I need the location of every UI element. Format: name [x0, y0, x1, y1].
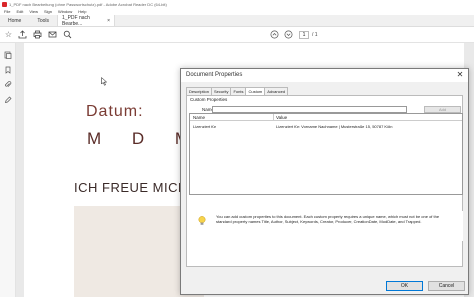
prev-page-icon[interactable]: [270, 30, 279, 39]
tab-advanced[interactable]: Advanced: [264, 87, 289, 95]
row-value-cell: Lizenziert für: Vorname Nachname | Muste…: [276, 124, 393, 129]
attachment-icon[interactable]: [4, 81, 12, 89]
tab-document[interactable]: 1_PDF nach Bearbe... ×: [57, 14, 116, 27]
print-icon[interactable]: [33, 30, 42, 39]
menu-help[interactable]: Help: [78, 9, 86, 14]
lightbulb-icon: [198, 216, 206, 225]
acrobat-app-icon: [2, 1, 7, 7]
window-title: 1_PDF nach Bearbeitung (ohne Passwortsch…: [9, 1, 167, 7]
thumbnails-icon[interactable]: [4, 51, 12, 59]
menu-window[interactable]: Window: [58, 9, 72, 14]
custom-properties-group-label: Custom Properties: [190, 97, 228, 102]
column-header-name[interactable]: Name: [193, 115, 205, 120]
page-datum-text: Datum:: [86, 103, 144, 120]
table-header: Name Value: [190, 114, 462, 121]
page-mdm-letters: M D M: [87, 129, 190, 148]
custom-properties-table[interactable]: Name Value Lizenziert für Lizenziert für…: [189, 113, 463, 195]
menu-view[interactable]: View: [29, 9, 38, 14]
search-icon[interactable]: [63, 30, 72, 39]
table-row[interactable]: Lizenziert für Lizenziert für: Vorname N…: [190, 124, 462, 130]
ok-button[interactable]: OK: [386, 281, 423, 291]
column-divider: [273, 114, 274, 121]
email-icon[interactable]: [48, 30, 57, 39]
tab-home[interactable]: Home: [0, 15, 29, 26]
upload-icon[interactable]: [18, 30, 27, 39]
left-navigation-rail: [0, 43, 16, 297]
mouse-cursor-icon: [101, 77, 108, 86]
tab-fonts[interactable]: Fonts: [230, 87, 247, 95]
add-button[interactable]: Add: [424, 106, 461, 113]
tab-close-icon[interactable]: ×: [107, 18, 110, 24]
menu-edit[interactable]: Edit: [16, 9, 23, 14]
window-titlebar: 1_PDF nach Bearbeitung (ohne Passwortsch…: [0, 0, 474, 8]
next-page-icon[interactable]: [284, 30, 293, 39]
tab-description[interactable]: Description: [186, 87, 213, 95]
column-header-value[interactable]: Value: [276, 115, 287, 120]
tab-row: Home Tools 1_PDF nach Bearbe... ×: [0, 15, 474, 27]
row-name-cell: Lizenziert für: [193, 124, 216, 129]
dialog-close-icon[interactable]: ✕: [455, 70, 465, 80]
dialog-title: Document Properties: [181, 69, 468, 82]
info-box: You can add custom properties to this do…: [189, 211, 463, 241]
menu-file[interactable]: File: [4, 9, 10, 14]
sign-pen-icon[interactable]: [4, 96, 12, 104]
page-number-input[interactable]: 1: [299, 31, 309, 39]
dialog-tabs: Description Security Fonts Custom Advanc…: [186, 87, 289, 96]
tab-tools[interactable]: Tools: [29, 15, 57, 26]
tab-document-label: 1_PDF nach Bearbe...: [62, 14, 90, 27]
tab-security[interactable]: Security: [211, 87, 232, 95]
document-properties-dialog: Document Properties ✕ Description Securi…: [180, 68, 469, 295]
cancel-button[interactable]: Cancel: [428, 281, 465, 291]
menu-sign[interactable]: Sign: [44, 9, 52, 14]
star-icon[interactable]: ☆: [4, 30, 13, 39]
name-input[interactable]: [212, 106, 407, 113]
bookmark-icon[interactable]: [4, 66, 12, 74]
info-text: You can add custom properties to this do…: [216, 214, 440, 224]
main-toolbar: ☆ 1 / 1: [0, 27, 474, 43]
page-total: / 1: [312, 32, 318, 38]
